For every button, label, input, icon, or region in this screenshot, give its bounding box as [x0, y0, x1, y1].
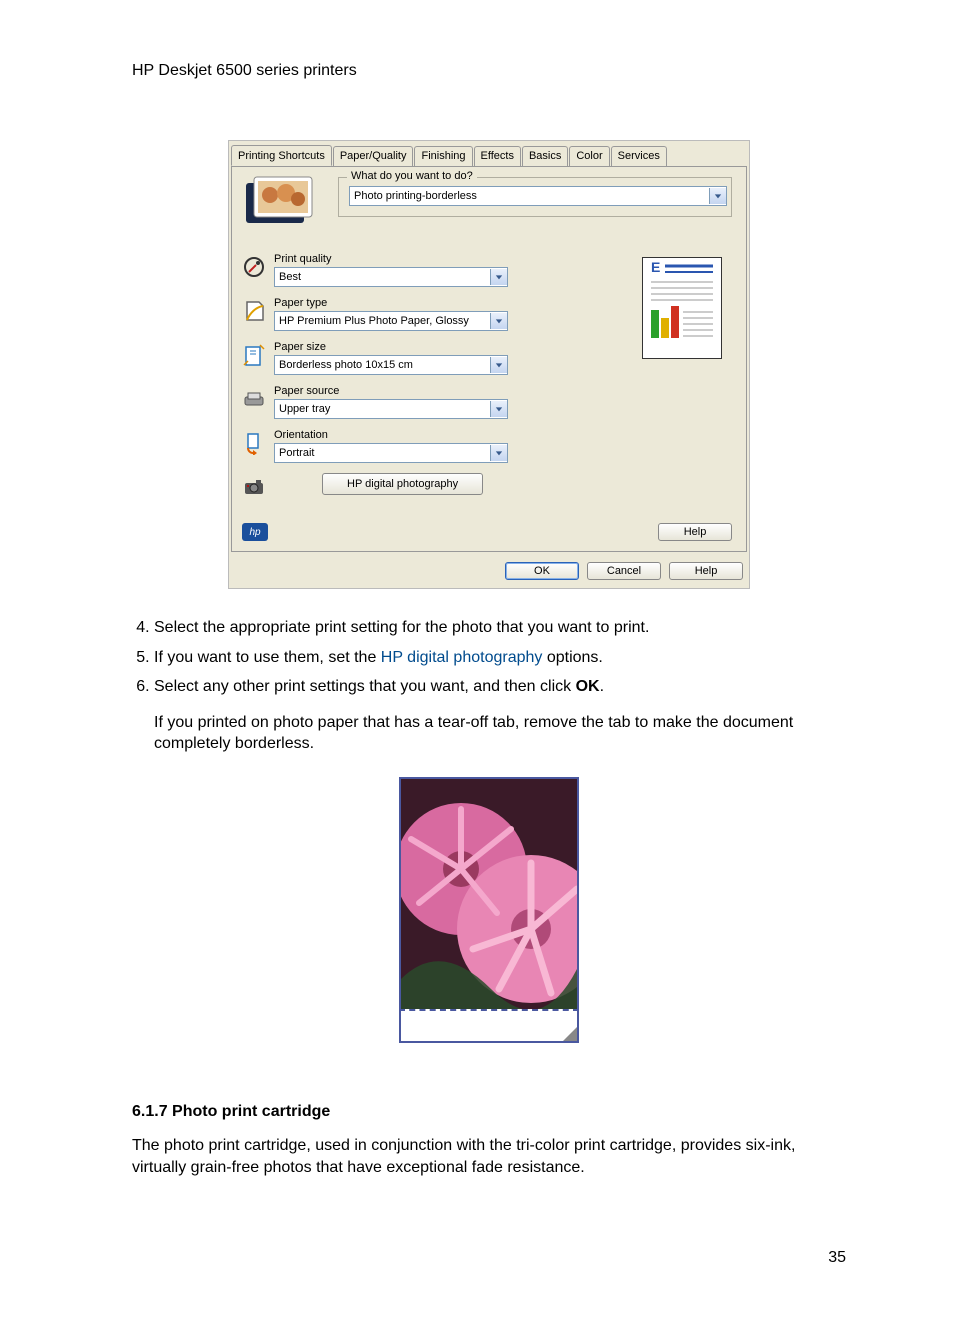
chevron-down-icon	[709, 188, 726, 204]
tab-label: Basics	[529, 150, 561, 162]
step-text: Select the appropriate print setting for…	[154, 619, 649, 636]
page-preview-icon: E	[642, 257, 722, 359]
opt-paper-source: Paper source Upper tray	[242, 385, 502, 419]
tab-printing-shortcuts[interactable]: Printing Shortcuts	[231, 145, 332, 166]
task-legend: What do you want to do?	[347, 170, 477, 182]
fold-corner-icon	[563, 1027, 577, 1041]
tab-basics[interactable]: Basics	[522, 146, 568, 167]
step-6: Select any other print settings that you…	[154, 676, 846, 755]
step-text: .	[600, 678, 604, 695]
task-select[interactable]: Photo printing-borderless	[349, 186, 727, 206]
help-button-inner[interactable]: Help	[658, 523, 732, 541]
opt-print-quality: Print quality Best	[242, 253, 502, 287]
tab-strip: Printing Shortcuts Paper/Quality Finishi…	[229, 141, 749, 166]
opt-hp-photo: HP digital photography	[242, 473, 502, 501]
select-value: Best	[279, 271, 301, 283]
task-fieldset: What do you want to do? Photo printing-b…	[338, 177, 732, 217]
chevron-down-icon	[490, 445, 507, 461]
button-label: Help	[684, 526, 707, 538]
section-heading: 6.1.7 Photo print cartridge	[132, 1103, 846, 1121]
tab-label: Services	[618, 150, 660, 162]
paper-source-select[interactable]: Upper tray	[274, 399, 508, 419]
hp-digital-photography-button[interactable]: HP digital photography	[322, 473, 483, 495]
button-label: Cancel	[607, 565, 641, 577]
button-label: Help	[695, 565, 718, 577]
ok-text: OK	[576, 678, 600, 695]
hp-logo-icon: hp	[242, 523, 268, 541]
tab-label: Finishing	[421, 150, 465, 162]
tab-panel: What do you want to do? Photo printing-b…	[231, 166, 747, 552]
paper-source-icon	[242, 385, 266, 413]
orientation-select[interactable]: Portrait	[274, 443, 508, 463]
select-value: Borderless photo 10x15 cm	[279, 359, 413, 371]
button-label: HP digital photography	[347, 478, 458, 490]
chevron-down-icon	[490, 269, 507, 285]
tab-paper-quality[interactable]: Paper/Quality	[333, 146, 414, 167]
hp-digital-photography-link[interactable]: HP digital photography	[381, 649, 543, 666]
print-quality-label: Print quality	[274, 253, 502, 265]
paper-size-label: Paper size	[274, 341, 502, 353]
orientation-label: Orientation	[274, 429, 502, 441]
tab-color[interactable]: Color	[569, 146, 609, 167]
opt-orientation: Orientation Portrait	[242, 429, 502, 463]
ok-button[interactable]: OK	[505, 562, 579, 580]
tearoff-tab-icon	[399, 1009, 579, 1043]
print-quality-select[interactable]: Best	[274, 267, 508, 287]
tab-label: Color	[576, 150, 602, 162]
hp-logo-text: hp	[249, 527, 260, 538]
step-4: Select the appropriate print setting for…	[154, 617, 846, 639]
task-thumbnail-icon	[240, 173, 322, 229]
camera-icon	[242, 473, 266, 501]
print-quality-icon	[242, 253, 266, 281]
step-text: Select any other print settings that you…	[154, 678, 576, 695]
task-select-value: Photo printing-borderless	[354, 190, 477, 202]
paper-size-icon	[242, 341, 266, 369]
section-paragraph: The photo print cartridge, used in conju…	[132, 1135, 846, 1179]
paper-size-select[interactable]: Borderless photo 10x15 cm	[274, 355, 508, 375]
chevron-down-icon	[490, 313, 507, 329]
opt-paper-size: Paper size Borderless photo 10x15 cm	[242, 341, 502, 375]
tearoff-photo-figure	[399, 777, 579, 1043]
page-header: HP Deskjet 6500 series printers	[132, 62, 846, 80]
paper-source-label: Paper source	[274, 385, 502, 397]
step-text: If you want to use them, set the	[154, 649, 381, 666]
select-value: HP Premium Plus Photo Paper, Glossy	[279, 315, 469, 327]
tab-label: Printing Shortcuts	[238, 150, 325, 162]
select-value: Upper tray	[279, 403, 330, 415]
svg-text:E: E	[651, 259, 660, 275]
select-value: Portrait	[279, 447, 314, 459]
step-6-sub: If you printed on photo paper that has a…	[154, 712, 846, 755]
dialog-button-row: OK Cancel Help	[229, 554, 749, 588]
dialog-bottom-row: hp Help	[242, 523, 732, 541]
tab-effects[interactable]: Effects	[474, 146, 521, 167]
tab-label: Effects	[481, 150, 514, 162]
tab-label: Paper/Quality	[340, 150, 407, 162]
chevron-down-icon	[490, 357, 507, 373]
tab-finishing[interactable]: Finishing	[414, 146, 472, 167]
opt-paper-type: Paper type HP Premium Plus Photo Paper, …	[242, 297, 502, 331]
step-text: options.	[542, 649, 602, 666]
flower-photo-icon	[399, 777, 579, 1011]
cancel-button[interactable]: Cancel	[587, 562, 661, 580]
chevron-down-icon	[490, 401, 507, 417]
tab-services[interactable]: Services	[611, 146, 667, 167]
options-column: Print quality Best Paper type	[242, 253, 502, 501]
paper-type-icon	[242, 297, 266, 325]
help-button[interactable]: Help	[669, 562, 743, 580]
paper-type-label: Paper type	[274, 297, 502, 309]
button-label: OK	[534, 565, 550, 577]
page-number: 35	[132, 1249, 846, 1267]
orientation-icon	[242, 429, 266, 457]
step-5: If you want to use them, set the HP digi…	[154, 647, 846, 669]
steps-list: Select the appropriate print setting for…	[132, 617, 846, 755]
paper-type-select[interactable]: HP Premium Plus Photo Paper, Glossy	[274, 311, 508, 331]
print-dialog: Printing Shortcuts Paper/Quality Finishi…	[228, 140, 750, 589]
